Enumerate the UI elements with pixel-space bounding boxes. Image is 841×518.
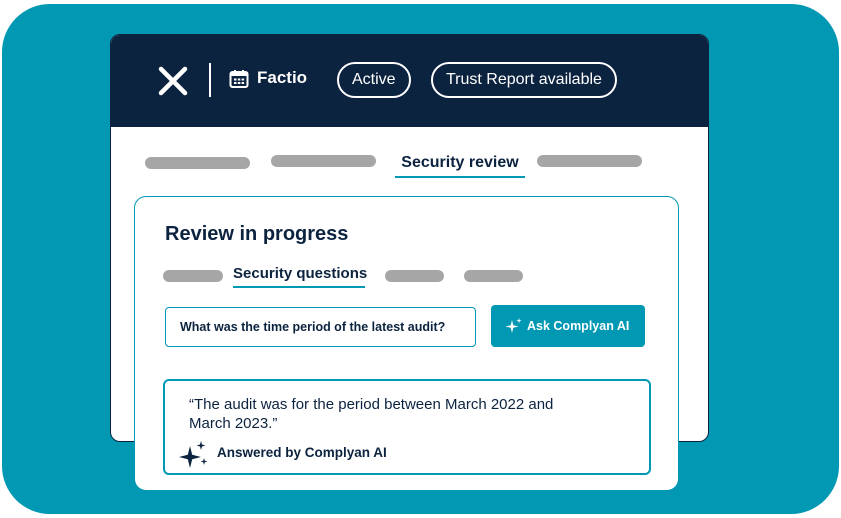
trust-report-badge[interactable]: Trust Report available	[431, 62, 617, 98]
answer-panel: “The audit was for the period between Ma…	[163, 379, 651, 475]
answered-by-label: Answered by Complyan AI	[217, 445, 387, 460]
tab-placeholder-3[interactable]	[537, 155, 642, 167]
answer-text: “The audit was for the period between Ma…	[189, 396, 554, 432]
subtab-security-questions[interactable]: Security questions	[233, 265, 367, 282]
tab-placeholder-1[interactable]	[145, 157, 250, 169]
top-bar: Factio Active Trust Report available	[111, 35, 708, 127]
subtab-placeholder-3[interactable]	[464, 270, 523, 282]
calendar-icon	[229, 70, 249, 88]
question-input[interactable]: What was the time period of the latest a…	[165, 307, 476, 347]
subtab-placeholder-2[interactable]	[385, 270, 444, 282]
tab-active-underline	[395, 176, 525, 178]
sparkle-icon	[505, 318, 522, 333]
ask-ai-button[interactable]: Ask Complyan AI	[491, 305, 645, 347]
subtab-placeholder-1[interactable]	[163, 270, 223, 282]
subtab-active-underline	[233, 286, 365, 288]
ask-ai-label: Ask Complyan AI	[527, 319, 630, 333]
header-divider	[209, 63, 211, 97]
review-card: Review in progress Security questions Wh…	[134, 196, 679, 491]
tab-security-review[interactable]: Security review	[395, 154, 525, 172]
tab-placeholder-2[interactable]	[271, 155, 376, 167]
company-name: Factio	[257, 68, 308, 87]
status-badge: Active	[337, 62, 411, 98]
close-icon[interactable]	[157, 65, 189, 97]
ai-sparkle-icon	[179, 441, 208, 468]
card-title: Review in progress	[165, 223, 349, 245]
